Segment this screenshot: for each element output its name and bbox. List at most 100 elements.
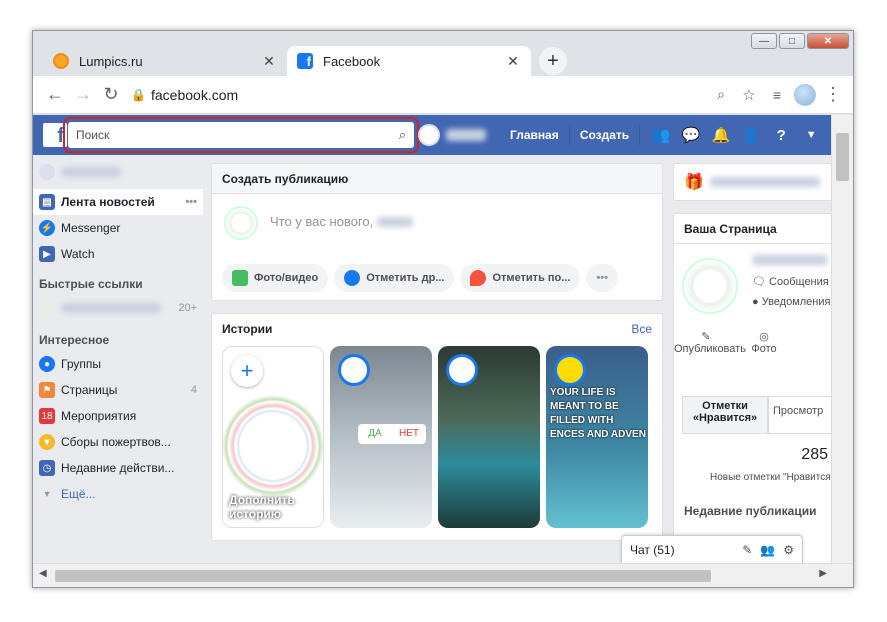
maximize-icon[interactable]: □ (779, 33, 805, 49)
tab-title: Facebook (323, 53, 381, 69)
search-icon[interactable]: ⌕ (399, 127, 406, 143)
sidebar-item-messenger[interactable]: ⚡ Messenger (33, 215, 203, 241)
search-input[interactable] (76, 128, 399, 142)
menu-icon[interactable]: ⋮ (819, 81, 847, 109)
scroll-thumb[interactable] (836, 133, 849, 181)
views-tab[interactable]: Просмотр (768, 396, 833, 434)
likes-tab[interactable]: Отметки «Нравится» (682, 396, 768, 434)
zoom-icon[interactable]: ⌕ (707, 81, 735, 109)
tab-strip: Lumpics.ru ✕ f Facebook ✕ + (43, 46, 567, 76)
address-bar[interactable]: 🔒 facebook.com (131, 81, 707, 109)
photo-icon (232, 270, 248, 286)
create-link[interactable]: Создать (570, 125, 641, 145)
notifications-bell-icon[interactable]: 🔔 (706, 126, 736, 144)
sidebar-item-pages[interactable]: ⚑ Страницы 4 (33, 377, 203, 403)
bookmark-star-icon[interactable]: ☆ (735, 81, 763, 109)
chevron-down-icon: ▾ (44, 488, 50, 500)
profile-avatar[interactable] (791, 81, 819, 109)
profile-avatar[interactable] (418, 124, 440, 146)
sidebar-label: Лента новостей (61, 195, 155, 209)
composer-prompt-row[interactable]: Что у вас нового, (270, 214, 414, 229)
messages-link[interactable]: 🗨 Сообщения (752, 276, 829, 288)
minimize-icon[interactable]: — (751, 33, 777, 49)
stories-header: Истории Все (212, 314, 662, 344)
close-tab-icon[interactable]: ✕ (261, 53, 277, 70)
sidebar-label: Группы (61, 357, 101, 371)
chat-bar[interactable]: Чат (51) ✎ 👥 ⚙ (621, 535, 803, 565)
story-card[interactable] (438, 346, 540, 528)
scroll-right-icon[interactable]: ▶ (819, 568, 827, 579)
new-likes-label: Новые отметки "Нравится" (710, 472, 833, 483)
photo-video-button[interactable]: Фото/видео (222, 264, 329, 292)
composer-actions: Фото/видео Отметить др... Отметить по...… (222, 264, 624, 292)
profile-name-blurred[interactable] (446, 129, 486, 141)
reload-icon[interactable]: ↻ (97, 81, 125, 109)
poll-no[interactable]: НЕТ (392, 424, 426, 444)
more-options-icon[interactable]: ••• (185, 196, 197, 208)
add-story-card[interactable]: + Дополнить историю (222, 346, 324, 528)
add-story-plus-icon[interactable]: + (231, 355, 263, 387)
new-message-icon[interactable]: ✎ (742, 543, 752, 557)
settings-gear-icon[interactable]: ⚙ (783, 543, 794, 557)
messenger-icon: ⚡ (39, 220, 55, 236)
messenger-icon[interactable]: 💬 (676, 126, 706, 144)
tag-friends-icon (344, 270, 361, 286)
sidebar-item-events[interactable]: 18 Мероприятия (33, 403, 203, 429)
page-name-blurred[interactable] (752, 255, 828, 265)
close-window-icon[interactable]: ✕ (807, 33, 849, 49)
location-pin-icon (470, 270, 487, 286)
back-icon[interactable]: ← (41, 81, 69, 109)
more-options-button[interactable]: ••• (586, 264, 618, 292)
sidebar-label: Мероприятия (61, 409, 137, 423)
vertical-scrollbar[interactable] (831, 115, 853, 565)
explore-heading: Интересное (39, 333, 110, 347)
gift-text-blurred (709, 177, 820, 187)
publish-label: Опубликовать (674, 343, 746, 355)
publish-action[interactable]: ✎ Опубликовать (674, 330, 746, 355)
notifications-link[interactable]: ● Уведомления (752, 296, 830, 308)
profile-icon (39, 164, 55, 180)
sidebar-item-recent[interactable]: ◷ Недавние действи... (33, 455, 203, 481)
sidebar-item-groups[interactable]: ● Группы (33, 351, 203, 377)
tag-friends-button[interactable]: Отметить др... (334, 264, 455, 292)
story-card[interactable]: ДА НЕТ (330, 346, 432, 528)
sidebar-item-news-feed[interactable]: ▤ Лента новостей ••• (33, 189, 203, 215)
scroll-thumb[interactable] (55, 570, 711, 582)
notifications-label: Уведомления (761, 296, 831, 308)
search-highlight: ⌕ (63, 117, 419, 153)
home-link[interactable]: Главная (500, 125, 570, 145)
sidebar-item-shortcut[interactable]: 20+ (33, 295, 203, 321)
close-tab-icon[interactable]: ✕ (505, 53, 521, 70)
group-chat-icon[interactable]: 👥 (760, 543, 775, 557)
profile-link[interactable] (33, 159, 203, 185)
page-avatar[interactable] (682, 258, 738, 314)
horizontal-scrollbar[interactable]: ◀ ▶ (33, 563, 853, 587)
media-control-icon[interactable]: ≡ (763, 81, 791, 109)
browser-toolbar: ← → ↻ 🔒 facebook.com ⌕ ☆ ≡ ⋮ (33, 76, 853, 114)
tab-facebook[interactable]: f Facebook ✕ (287, 46, 531, 76)
pill-label: Фото/видео (254, 272, 319, 284)
shortcuts-heading: Быстрые ссылки (39, 277, 143, 291)
story-card[interactable]: YOUR LIFE IS MEANT TO BE FILLED WITH ENC… (546, 346, 648, 528)
friends-icon[interactable]: 👥 (646, 126, 676, 144)
tab-lumpics[interactable]: Lumpics.ru ✕ (43, 46, 287, 76)
new-tab-button[interactable]: + (539, 47, 567, 75)
photo-action[interactable]: ◎ Фото (738, 330, 790, 355)
sidebar-label: Watch (61, 247, 95, 261)
pages-icon[interactable]: 👤 (736, 126, 766, 144)
stories-see-all-link[interactable]: Все (631, 322, 652, 336)
your-page-card: Ваша Страница 🗨 Сообщения ● Уведомления … (673, 213, 833, 565)
check-in-button[interactable]: Отметить по... (460, 264, 581, 292)
edit-icon: ✎ (701, 331, 711, 343)
sidebar-item-fundraisers[interactable]: ♥ Сборы пожертвов... (33, 429, 203, 455)
watch-icon: ▶ (39, 246, 55, 262)
sidebar-item-more[interactable]: ▾ Ещё... (33, 481, 203, 507)
forward-icon[interactable]: → (69, 81, 97, 109)
sidebar-item-watch[interactable]: ▶ Watch (33, 241, 203, 267)
sidebar-label: Messenger (61, 221, 121, 235)
story-avatar (554, 354, 586, 386)
dropdown-arrow-icon[interactable]: ▼ (796, 129, 826, 141)
help-icon[interactable]: ? (766, 127, 796, 144)
poll-yes[interactable]: ДА (358, 424, 392, 444)
scroll-left-icon[interactable]: ◀ (39, 568, 47, 579)
